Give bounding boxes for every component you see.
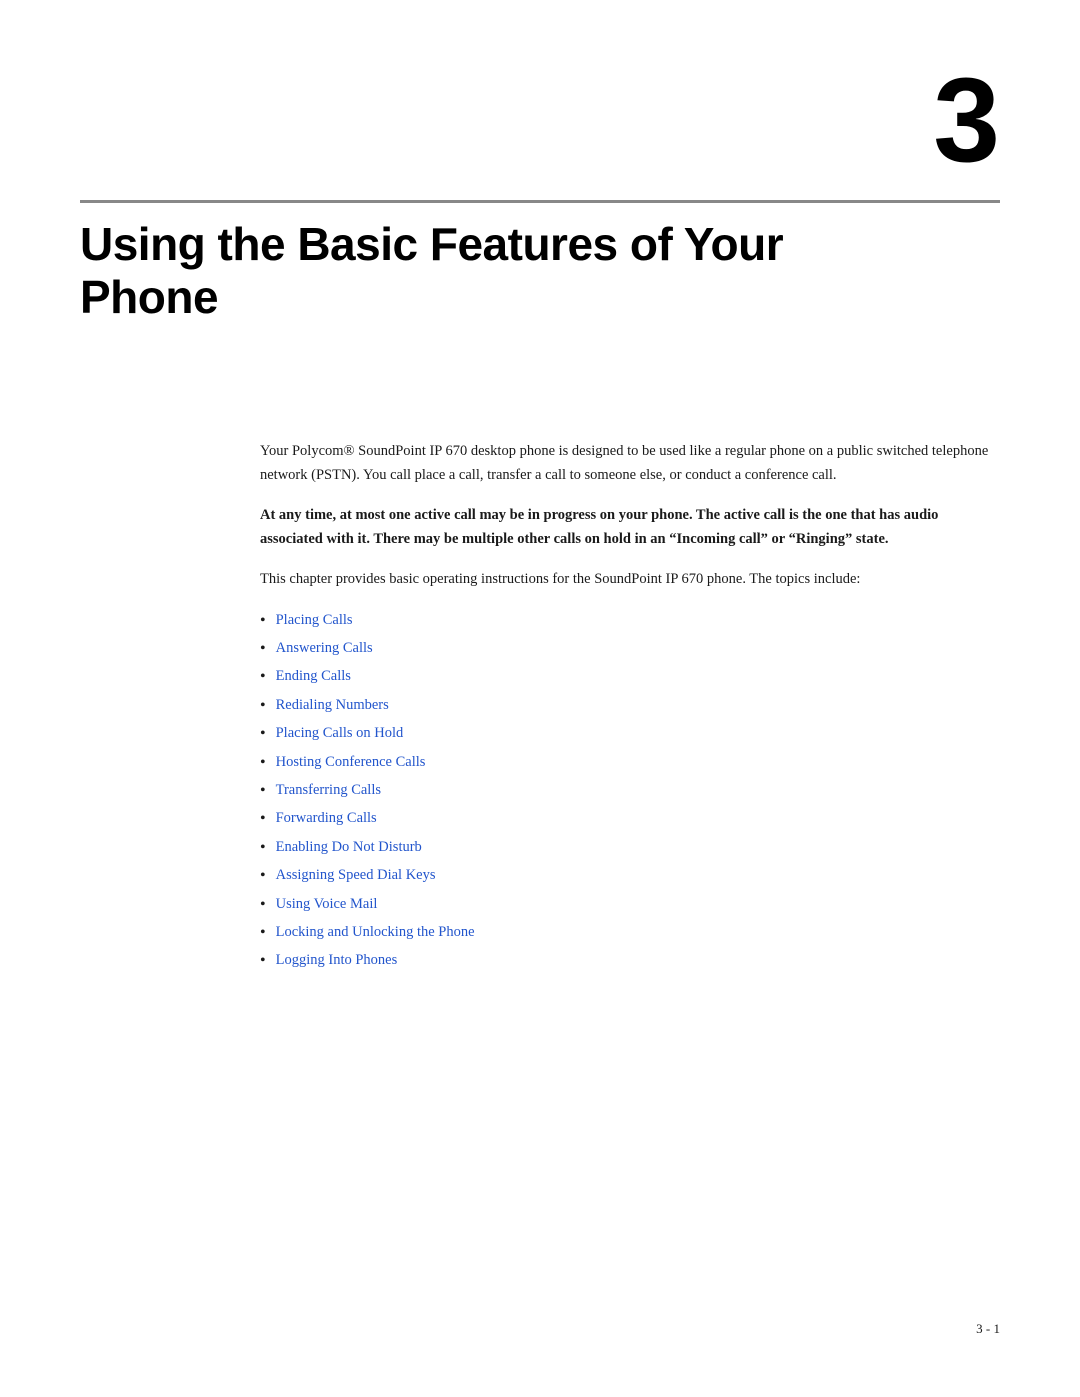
list-item: • Placing Calls on Hold [260,723,1000,745]
topic-link-12[interactable]: Logging Into Phones [276,950,398,972]
list-item: • Logging Into Phones [260,950,1000,972]
topic-link-7[interactable]: Forwarding Calls [276,808,377,830]
list-item: • Using Voice Mail [260,894,1000,916]
bullet-icon: • [260,950,266,972]
list-item: • Hosting Conference Calls [260,752,1000,774]
topic-link-0[interactable]: Placing Calls [276,610,353,632]
bullet-icon: • [260,666,266,688]
topic-link-5[interactable]: Hosting Conference Calls [276,752,426,774]
content-area: Your Polycom® SoundPoint IP 670 desktop … [260,440,1000,979]
bullet-icon: • [260,752,266,774]
topics-list: • Placing Calls • Answering Calls • Ending Ca… [260,610,1000,973]
list-item: • Redialing Numbers [260,695,1000,717]
intro-paragraph-1: Your Polycom® SoundPoint IP 670 desktop … [260,440,1000,488]
topic-link-11[interactable]: Locking and Unlocking the Phone [276,922,475,944]
list-item: • Enabling Do Not Disturb [260,837,1000,859]
list-item: • Ending Calls [260,666,1000,688]
bullet-icon: • [260,780,266,802]
bullet-icon: • [260,695,266,717]
bullet-icon: • [260,865,266,887]
topic-link-9[interactable]: Assigning Speed Dial Keys [276,865,436,887]
bullet-icon: • [260,837,266,859]
page-container: 3 Using the Basic Features of Your Phone… [0,0,1080,1397]
topic-link-4[interactable]: Placing Calls on Hold [276,723,404,745]
intro-paragraph-2: At any time, at most one active call may… [260,504,1000,552]
topic-link-1[interactable]: Answering Calls [276,638,373,660]
list-item: • Assigning Speed Dial Keys [260,865,1000,887]
bullet-icon: • [260,922,266,944]
topic-link-8[interactable]: Enabling Do Not Disturb [276,837,422,859]
page-number: 3 - 1 [976,1321,1000,1337]
bullet-icon: • [260,638,266,660]
topics-intro-paragraph: This chapter provides basic operating in… [260,568,1000,592]
topic-link-2[interactable]: Ending Calls [276,666,351,688]
list-item: • Forwarding Calls [260,808,1000,830]
bullet-icon: • [260,894,266,916]
chapter-title-area: Using the Basic Features of Your Phone [80,218,1000,324]
bullet-icon: • [260,610,266,632]
list-item: • Placing Calls [260,610,1000,632]
topic-link-3[interactable]: Redialing Numbers [276,695,389,717]
list-item: • Locking and Unlocking the Phone [260,922,1000,944]
topic-link-6[interactable]: Transferring Calls [276,780,381,802]
bullet-icon: • [260,808,266,830]
chapter-title: Using the Basic Features of Your Phone [80,218,1000,324]
topic-link-10[interactable]: Using Voice Mail [276,894,378,916]
chapter-number: 3 [933,60,1000,180]
list-item: • Answering Calls [260,638,1000,660]
bullet-icon: • [260,723,266,745]
chapter-title-line1: Using the Basic Features of Your [80,218,783,270]
chapter-title-line2: Phone [80,271,218,323]
list-item: • Transferring Calls [260,780,1000,802]
horizontal-rule [80,200,1000,203]
